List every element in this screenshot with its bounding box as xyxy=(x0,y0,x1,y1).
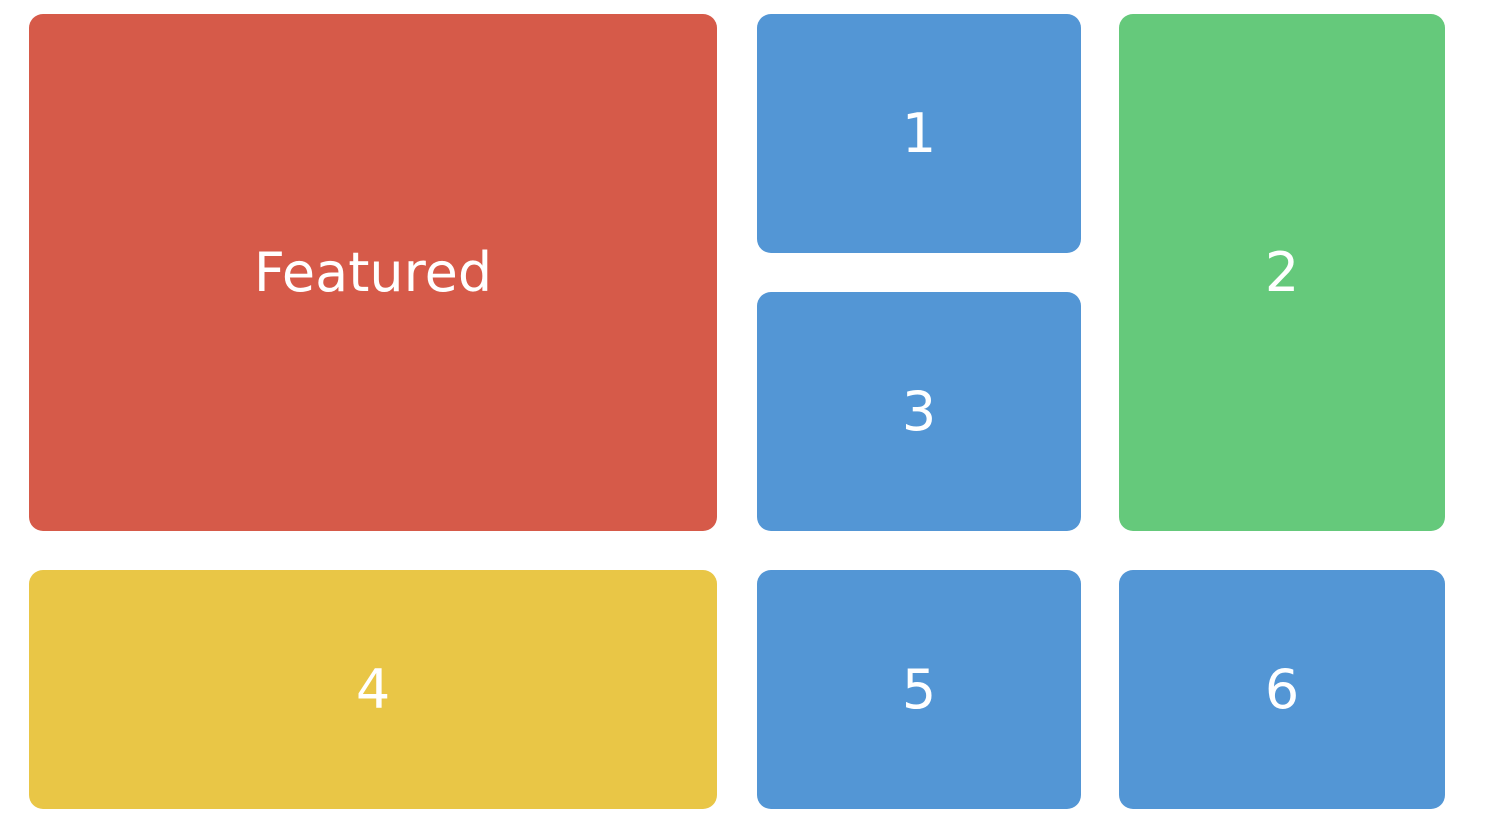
tile-featured-label: Featured xyxy=(253,240,493,304)
tile-2-label: 2 xyxy=(1264,240,1300,304)
tile-5[interactable]: 5 xyxy=(757,570,1081,809)
tile-2[interactable]: 2 xyxy=(1119,14,1445,531)
tile-1-label: 1 xyxy=(901,101,937,165)
tile-5-label: 5 xyxy=(901,657,937,721)
tile-6-label: 6 xyxy=(1264,657,1300,721)
tile-3[interactable]: 3 xyxy=(757,292,1081,531)
tile-3-label: 3 xyxy=(901,379,937,443)
tile-grid: Featured 1 2 3 4 5 6 xyxy=(0,0,1502,826)
tile-4-label: 4 xyxy=(355,657,391,721)
tile-featured[interactable]: Featured xyxy=(29,14,717,531)
tile-1[interactable]: 1 xyxy=(757,14,1081,253)
tile-6[interactable]: 6 xyxy=(1119,570,1445,809)
tile-4[interactable]: 4 xyxy=(29,570,717,809)
